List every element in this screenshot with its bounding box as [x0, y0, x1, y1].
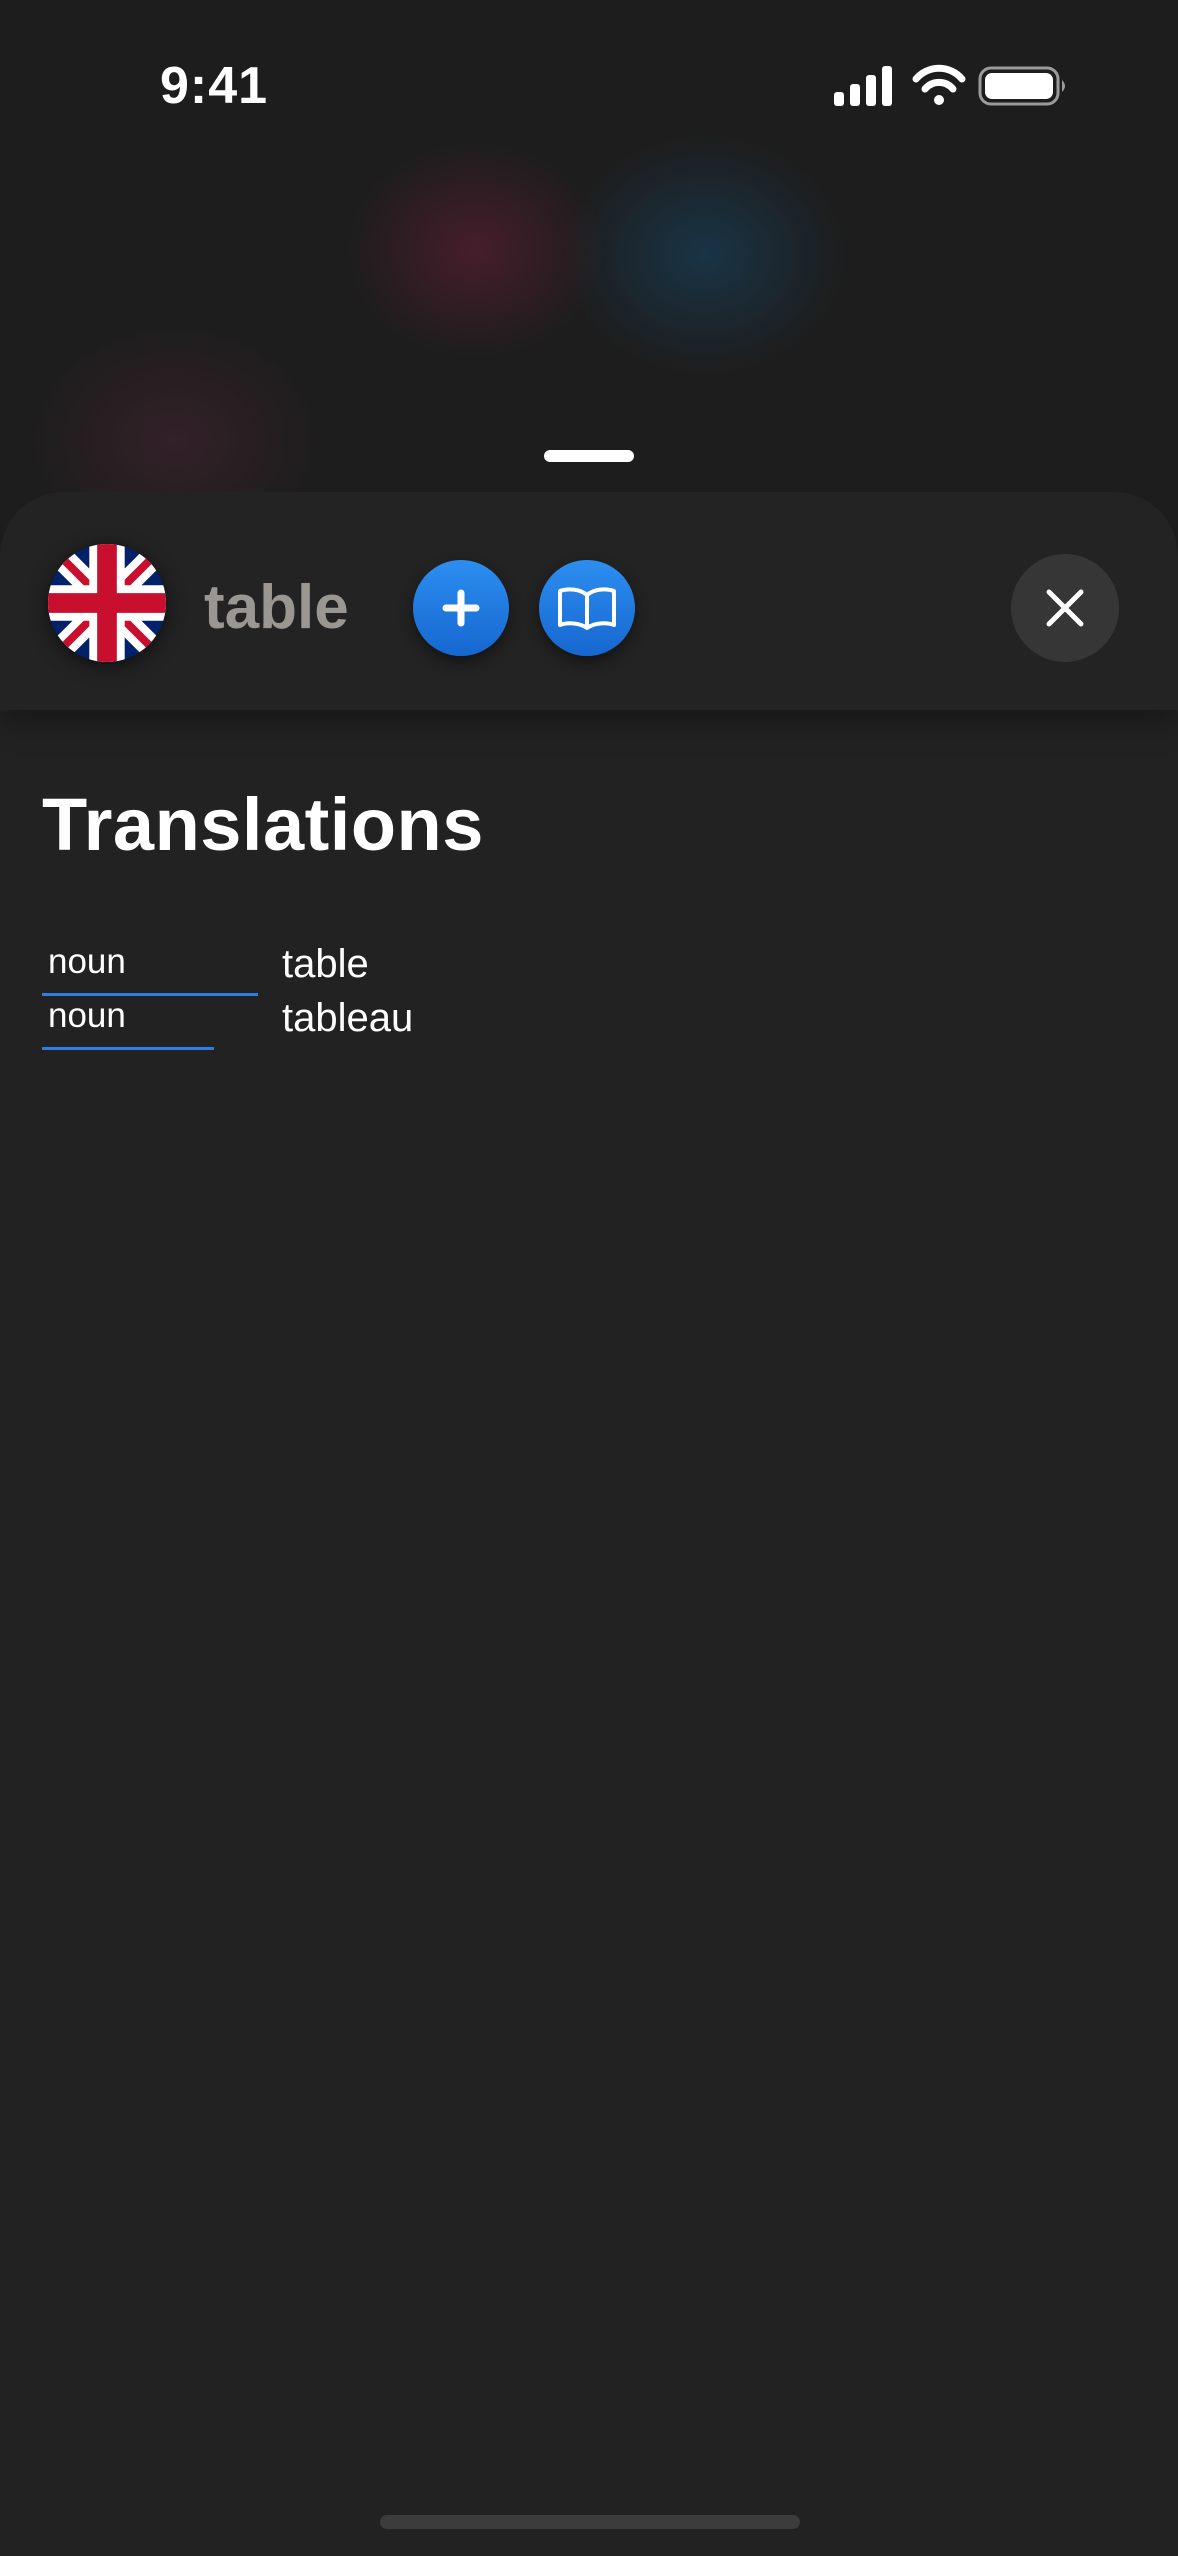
close-button[interactable]	[1011, 554, 1119, 662]
translations-title: Translations	[42, 783, 484, 866]
battery-icon	[978, 66, 1065, 106]
translation-sheet: table Translations noun table noun table…	[0, 492, 1178, 2556]
part-of-speech-label: noun	[48, 942, 126, 981]
part-of-speech-underline	[42, 1047, 214, 1050]
wifi-icon	[912, 64, 966, 105]
search-word: table	[204, 573, 349, 642]
open-book-icon	[558, 587, 616, 630]
translation-word: table	[282, 942, 369, 986]
sheet-header: table	[0, 492, 1178, 710]
home-indicator[interactable]	[380, 2515, 800, 2529]
plus-icon	[442, 589, 480, 627]
translation-word: tableau	[282, 996, 414, 1040]
add-word-button[interactable]	[413, 560, 509, 656]
part-of-speech-label: noun	[48, 996, 126, 1035]
status-time: 9:41	[160, 57, 269, 115]
close-icon	[1046, 589, 1084, 627]
dictionary-button[interactable]	[539, 560, 635, 656]
status-icons	[834, 64, 1078, 108]
united-kingdom-flag-icon[interactable]	[48, 544, 166, 662]
status-bar: 9:41	[0, 0, 1178, 170]
sheet-grabber[interactable]	[544, 450, 634, 462]
cellular-signal-icon	[834, 66, 892, 106]
